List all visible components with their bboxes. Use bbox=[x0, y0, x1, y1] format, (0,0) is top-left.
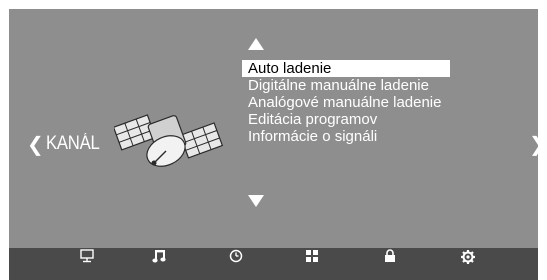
scroll-up-icon[interactable] bbox=[247, 37, 265, 51]
chevron-left-icon: ❮ bbox=[27, 132, 44, 156]
menu-category-label: KANÁL bbox=[45, 133, 100, 154]
clock-icon[interactable] bbox=[229, 249, 243, 263]
menu-item-program-edit[interactable]: Editácia programov bbox=[242, 111, 450, 128]
chevron-right-icon[interactable]: ❯ bbox=[529, 134, 538, 154]
music-note-icon[interactable] bbox=[152, 249, 168, 263]
grid-icon[interactable] bbox=[305, 249, 319, 263]
menu-item-auto-tuning[interactable]: Auto ladenie bbox=[242, 60, 450, 77]
monitor-icon[interactable] bbox=[80, 249, 94, 263]
menu-item-digital-manual-tuning[interactable]: Digitálne manuálne ladenie bbox=[242, 77, 450, 94]
menu-item-analog-manual-tuning[interactable]: Analógové manuálne ladenie bbox=[242, 94, 450, 111]
tv-menu-window: ❮ KANÁL ❯ bbox=[9, 9, 538, 280]
menu-item-signal-info[interactable]: Informácie o signáli bbox=[242, 128, 450, 145]
tuning-menu-list: Auto ladenie Digitálne manuálne ladenie … bbox=[242, 60, 450, 145]
gear-icon[interactable] bbox=[460, 249, 476, 265]
prev-menu-nav[interactable]: ❮ KANÁL bbox=[27, 132, 107, 156]
satellite-icon bbox=[114, 114, 224, 167]
channel-menu-panel: ❮ KANÁL ❯ bbox=[9, 9, 538, 248]
scroll-down-icon[interactable] bbox=[247, 194, 265, 208]
lock-icon[interactable] bbox=[383, 249, 397, 263]
